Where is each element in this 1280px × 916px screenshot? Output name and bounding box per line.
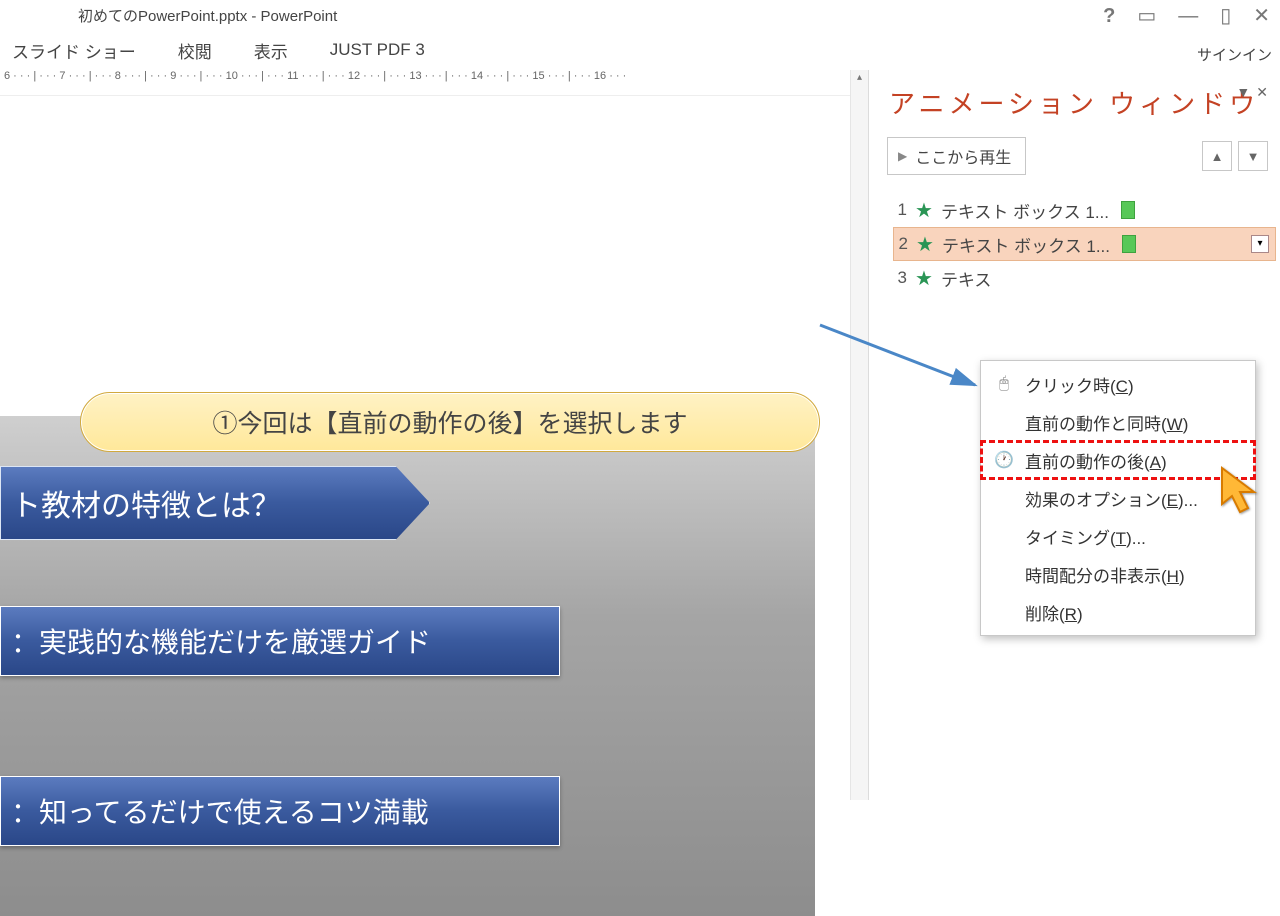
move-up-button[interactable]: ▲ xyxy=(1202,141,1232,171)
item-number: 2 xyxy=(894,234,908,254)
menu-remove[interactable]: 削除(R) xyxy=(981,593,1255,631)
scroll-up-icon[interactable]: ▴ xyxy=(853,72,867,88)
cursor-pointer-icon xyxy=(1218,466,1262,523)
effect-star-icon: ★ xyxy=(915,266,933,291)
minimize-icon[interactable]: — xyxy=(1178,6,1198,26)
slide-shape-title[interactable]: ト教材の特徴とは？ xyxy=(0,466,430,540)
item-number: 1 xyxy=(893,200,907,220)
close-icon[interactable]: ✕ xyxy=(1253,6,1270,26)
slide-shape-bullet-2[interactable]: ：知ってるだけで使えるコツ満載 xyxy=(0,776,560,846)
move-down-button[interactable]: ▼ xyxy=(1238,141,1268,171)
item-dropdown-button[interactable]: ▾ xyxy=(1251,235,1269,253)
effect-star-icon: ★ xyxy=(916,232,934,257)
play-from-here-button[interactable]: ▶ ここから再生 xyxy=(887,137,1026,175)
item-label: テキス xyxy=(941,266,992,291)
timing-context-menu: 🖱 クリック時(C) 直前の動作と同時(W) 🕐 直前の動作の後(A) 効果のオ… xyxy=(980,360,1256,636)
annotation-text: ①今回は【直前の動作の後】を選択します xyxy=(212,404,687,440)
pane-options-icon[interactable]: ▼ xyxy=(1236,84,1250,101)
item-label: テキスト ボックス 1... xyxy=(941,198,1109,223)
help-icon[interactable]: ? xyxy=(1103,6,1115,26)
item-number: 3 xyxy=(893,268,907,288)
menu-after-previous[interactable]: 🕐 直前の動作の後(A) xyxy=(981,441,1255,479)
tab-review[interactable]: 校閲 xyxy=(178,38,212,63)
menu-with-previous[interactable]: 直前の動作と同時(W) xyxy=(981,403,1255,441)
animation-list: 1 ★ テキスト ボックス 1... 2 ★ テキスト ボックス 1... ▾ … xyxy=(869,189,1280,295)
animation-item[interactable]: 1 ★ テキスト ボックス 1... xyxy=(893,193,1276,227)
tab-slideshow[interactable]: スライド ショー xyxy=(12,38,136,63)
vertical-scrollbar[interactable]: ▴ xyxy=(850,70,868,800)
menu-hide-timeline[interactable]: 時間配分の非表示(H) xyxy=(981,555,1255,593)
animation-pane: アニメーション ウィンドウ ▼ ✕ ▶ ここから再生 ▲ ▼ 1 ★ テキスト … xyxy=(868,70,1280,800)
clock-icon: 🕐 xyxy=(993,450,1015,470)
duration-chip xyxy=(1121,201,1135,219)
menu-timing[interactable]: タイミング(T)... xyxy=(981,517,1255,555)
horizontal-ruler: 6 · · · | · · · 7 · · · | · · · 8 · · · … xyxy=(0,70,850,96)
slide-editor: 6 · · · | · · · 7 · · · | · · · 8 · · · … xyxy=(0,70,850,800)
effect-star-icon: ★ xyxy=(915,198,933,223)
menu-effect-options[interactable]: 効果のオプション(E)... xyxy=(981,479,1255,517)
menu-on-click[interactable]: 🖱 クリック時(C) xyxy=(981,365,1255,403)
workspace: 6 · · · | · · · 7 · · · | · · · 8 · · · … xyxy=(0,70,1280,800)
tab-justpdf3[interactable]: JUST PDF 3 xyxy=(330,40,425,60)
animation-item[interactable]: 3 ★ テキス xyxy=(893,261,1276,295)
restore-icon[interactable]: ▯ xyxy=(1220,6,1231,26)
title-bar: 初めてのPowerPoint.pptx - PowerPoint xyxy=(0,0,1280,30)
window-title: 初めてのPowerPoint.pptx - PowerPoint xyxy=(78,5,337,26)
mouse-icon: 🖱 xyxy=(993,375,1015,393)
slide-shape-bullet-1[interactable]: ：実践的な機能だけを厳選ガイド xyxy=(0,606,560,676)
reorder-controls: ▲ ▼ xyxy=(1202,141,1268,171)
animation-item-selected[interactable]: 2 ★ テキスト ボックス 1... ▾ xyxy=(893,227,1276,261)
play-label: ここから再生 xyxy=(915,144,1011,168)
pane-close-icon[interactable]: ✕ xyxy=(1256,84,1268,101)
ribbon-display-icon[interactable]: ▭ xyxy=(1137,6,1156,26)
sign-in-link[interactable]: サインイン xyxy=(1197,44,1272,65)
tab-view[interactable]: 表示 xyxy=(254,38,288,63)
animation-pane-title: アニメーション ウィンドウ xyxy=(889,84,1259,121)
slide-canvas[interactable]: ト教材の特徴とは？ ：実践的な機能だけを厳選ガイド ：知ってるだけで使えるコツ満… xyxy=(0,96,850,800)
ribbon-tabs: スライド ショー 校閲 表示 JUST PDF 3 xyxy=(0,30,1280,70)
item-label: テキスト ボックス 1... xyxy=(942,232,1110,257)
duration-chip xyxy=(1122,235,1136,253)
play-icon: ▶ xyxy=(898,149,907,163)
annotation-callout: ①今回は【直前の動作の後】を選択します xyxy=(80,392,820,452)
window-controls: ? ▭ — ▯ ✕ xyxy=(1103,6,1270,26)
